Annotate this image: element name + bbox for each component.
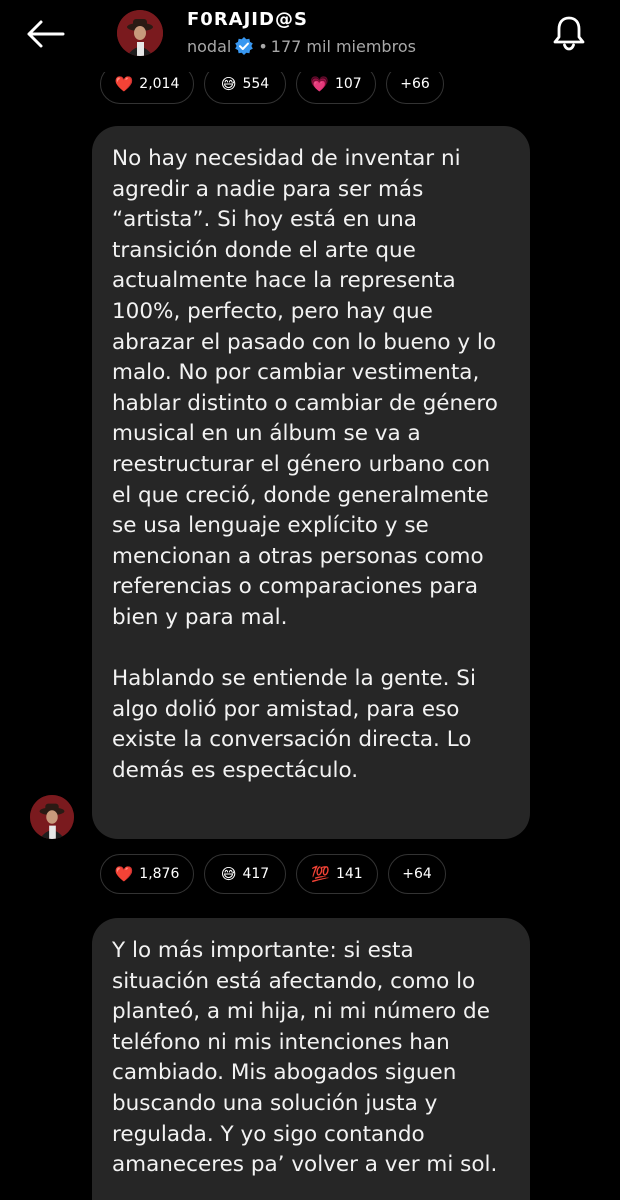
message-paragraph: No hay necesidad de inventar ni agredir … xyxy=(112,146,498,630)
reaction-count: 2,014 xyxy=(139,76,180,92)
member-count: 177 mil miembros xyxy=(270,36,416,56)
channel-subtitle: nodal • 177 mil miembros xyxy=(187,36,416,56)
reaction-count: 554 xyxy=(242,76,270,92)
sender-avatar[interactable] xyxy=(30,795,74,839)
reaction-chip[interactable]: ❤️ 1,876 xyxy=(100,854,194,894)
arrow-left-icon xyxy=(27,20,65,48)
reaction-count: 417 xyxy=(242,866,270,882)
heart-icon: ❤️ xyxy=(114,74,134,93)
creator-name[interactable]: nodal xyxy=(187,37,231,56)
sweat-smile-icon: 😅 xyxy=(220,74,237,93)
heart-icon: ❤️ xyxy=(114,864,134,883)
subtitle-separator: • xyxy=(258,36,268,56)
back-button[interactable] xyxy=(22,14,68,54)
reaction-count: 1,876 xyxy=(139,866,180,882)
bell-icon xyxy=(553,16,585,51)
more-reactions-button[interactable]: +64 xyxy=(388,854,446,894)
hundred-points-icon: 💯 xyxy=(311,864,330,883)
message-bubble[interactable]: Y lo más importante: si esta situación e… xyxy=(92,918,530,1200)
notifications-button[interactable] xyxy=(544,10,594,56)
sweat-smile-icon: 😅 xyxy=(220,864,237,883)
reaction-count: 107 xyxy=(334,76,362,92)
reactions-row: ❤️ 1,876 😅 417 💯 141 +64 xyxy=(100,854,446,894)
reaction-chip[interactable]: 💯 141 xyxy=(296,854,378,894)
growing-heart-icon: 💗 xyxy=(310,74,329,93)
channel-header: F0RAJID@S nodal • 177 mil miembros xyxy=(0,0,620,72)
channel-title: F0RAJID@S xyxy=(187,9,308,30)
message-paragraph: Y lo más importante: si esta situación e… xyxy=(112,938,498,1178)
reaction-count: 141 xyxy=(335,866,363,882)
message-paragraph: Hablando se entiende la gente. Si algo d… xyxy=(112,666,476,783)
message-bubble[interactable]: No hay necesidad de inventar ni agredir … xyxy=(92,126,530,839)
verified-badge-icon xyxy=(235,37,254,55)
channel-avatar[interactable] xyxy=(117,10,163,56)
reaction-chip[interactable]: 😅 417 xyxy=(204,854,286,894)
